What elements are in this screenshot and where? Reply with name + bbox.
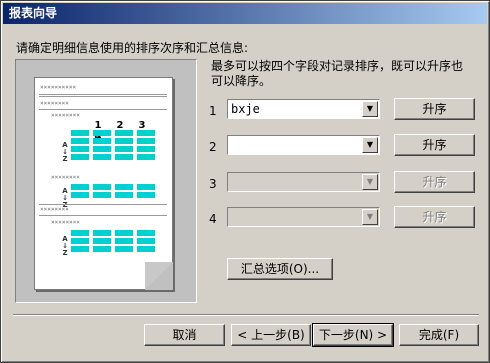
preview-page-illustration: ×××××××××× ×××××××× ×××××××× 1 2 34 A ↓ Z <box>34 77 173 290</box>
sort-field-4-combo: ▼ <box>227 207 380 227</box>
preview-cell <box>93 130 111 136</box>
preview-cell <box>115 130 133 136</box>
preview-cell <box>137 238 155 244</box>
instruction-text: 请确定明细信息使用的排序次序和汇总信息: <box>16 41 249 55</box>
preview-cell <box>115 154 133 160</box>
sort-order-2-button[interactable]: 升序 <box>394 134 475 156</box>
sort-az-icon: A ↓ Z <box>62 141 68 163</box>
preview-cell <box>93 230 111 236</box>
sort-description: 最多可以按四个字段对记录排序，既可以升序也可以降序。 <box>211 59 464 88</box>
preview-cell <box>71 146 89 152</box>
preview-cell <box>71 230 89 236</box>
preview-cell <box>71 246 89 252</box>
preview-divider <box>39 96 167 97</box>
preview-divider <box>39 109 167 110</box>
sort-preview-pane: ×××××××××× ×××××××× ×××××××× 1 2 34 A ↓ Z <box>15 59 197 303</box>
page-fold-corner <box>145 262 173 290</box>
preview-cell <box>93 138 111 144</box>
preview-cell <box>137 184 155 190</box>
sort-row-1-number: 1 <box>209 104 217 118</box>
preview-subgroup-x: ×××××××× <box>51 219 80 226</box>
finish-button[interactable]: 完成(F) <box>399 324 479 346</box>
sort-field-1-combo[interactable]: bxje ▼ <box>227 99 380 119</box>
sort-az-icon: A ↓ Z <box>62 235 68 257</box>
preview-cell <box>137 146 155 152</box>
preview-cell <box>115 138 133 144</box>
preview-cell <box>115 230 133 236</box>
preview-cell <box>137 154 155 160</box>
preview-cell <box>71 130 89 136</box>
next-button[interactable]: 下一步(N) > <box>312 323 394 347</box>
preview-cell <box>115 184 133 190</box>
preview-cell <box>137 246 155 252</box>
preview-cell <box>115 192 133 198</box>
preview-cell <box>137 138 155 144</box>
sort-field-1-value: bxje <box>231 102 260 116</box>
preview-header-x: ×××××××××× <box>40 84 77 91</box>
preview-cell <box>93 246 111 252</box>
sort-field-2-combo[interactable]: ▼ <box>227 135 380 155</box>
preview-cell <box>93 192 111 198</box>
preview-subgroup-x: ×××××××× <box>51 174 80 181</box>
summary-options-button[interactable]: 汇总选项(O)... <box>227 258 333 280</box>
preview-cell <box>137 130 155 136</box>
preview-cell <box>137 230 155 236</box>
preview-subgroup-x: ×××××××× <box>51 112 80 119</box>
preview-cell <box>137 192 155 198</box>
sort-order-3-button: 升序 <box>394 171 475 193</box>
report-wizard-window: 报表向导 请确定明细信息使用的排序次序和汇总信息: ×××××××××× ×××… <box>0 0 490 363</box>
preview-cell <box>115 246 133 252</box>
preview-cell <box>71 138 89 144</box>
window-title: 报表向导 <box>3 3 487 24</box>
sort-row-4-number: 4 <box>209 212 217 226</box>
chevron-down-icon: ▼ <box>362 209 378 225</box>
preview-group-x: ×××××××× <box>40 100 69 107</box>
sort-row-3-number: 3 <box>209 177 217 191</box>
preview-cell <box>115 238 133 244</box>
preview-cell <box>71 184 89 190</box>
preview-cell <box>93 184 111 190</box>
preview-divider <box>39 215 167 216</box>
back-button[interactable]: < 上一步(B) <box>231 324 311 346</box>
sort-order-4-button: 升序 <box>394 206 475 228</box>
cancel-button[interactable]: 取消 <box>144 324 225 346</box>
preview-divider <box>39 94 167 95</box>
sort-row-2-number: 2 <box>209 140 217 154</box>
sort-order-1-button[interactable]: 升序 <box>394 98 475 120</box>
preview-cell <box>93 154 111 160</box>
preview-cell <box>93 238 111 244</box>
preview-cell <box>71 192 89 198</box>
preview-cell <box>93 146 111 152</box>
preview-group-x: ×××××××× <box>40 206 69 213</box>
sort-field-3-combo: ▼ <box>227 172 380 192</box>
preview-divider <box>39 204 167 205</box>
preview-cell <box>71 238 89 244</box>
chevron-down-icon[interactable]: ▼ <box>362 137 378 153</box>
chevron-down-icon: ▼ <box>362 174 378 190</box>
preview-cell <box>115 146 133 152</box>
preview-cell <box>71 154 89 160</box>
footer-separator <box>13 314 479 316</box>
chevron-down-icon[interactable]: ▼ <box>362 101 378 117</box>
